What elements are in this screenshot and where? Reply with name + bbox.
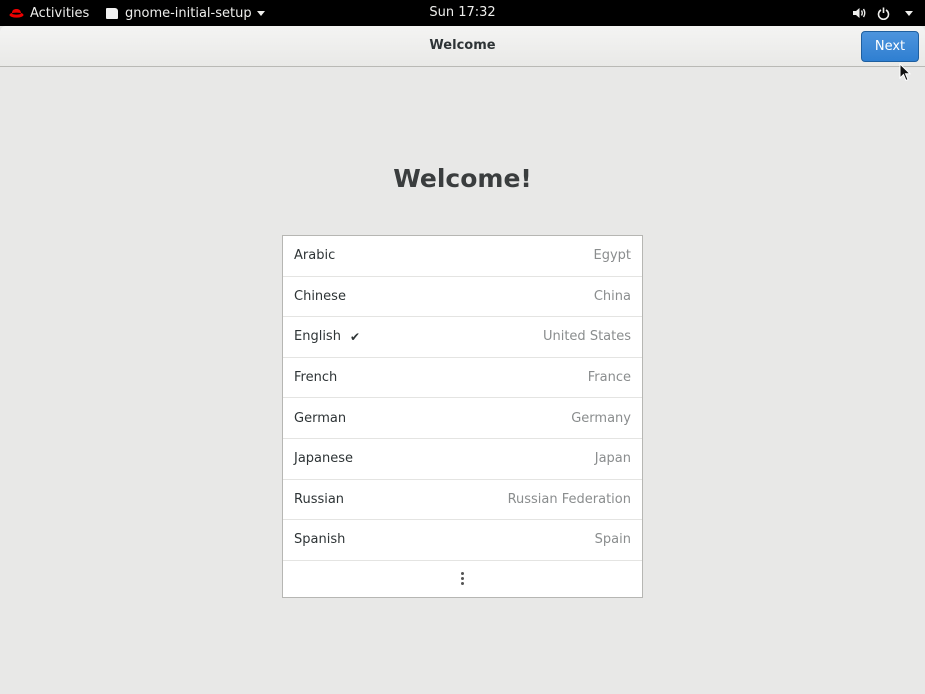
more-languages-button[interactable]	[283, 561, 642, 597]
language-name: Chinese	[294, 288, 346, 304]
language-row-spanish[interactable]: Spanish Spain	[283, 520, 642, 561]
language-country: Japan	[594, 451, 631, 467]
welcome-heading: Welcome!	[393, 164, 532, 193]
chevron-down-icon	[905, 10, 913, 16]
next-button[interactable]: Next	[861, 31, 919, 62]
system-menu[interactable]	[852, 0, 913, 26]
app-menu[interactable]: gnome-initial-setup	[106, 0, 265, 26]
language-name: German	[294, 410, 347, 426]
app-menu-label: gnome-initial-setup	[125, 5, 252, 21]
redhat-icon	[9, 8, 24, 18]
checkmark-icon: ✔	[349, 329, 361, 344]
language-list: Arabic Egypt Chinese China English ✔ Uni…	[282, 235, 643, 598]
power-icon	[877, 7, 890, 20]
activities-button[interactable]: Activities	[9, 0, 89, 26]
language-row-german[interactable]: German Germany	[283, 398, 642, 439]
top-bar: Activities gnome-initial-setup Sun 17:32	[0, 0, 925, 26]
chevron-down-icon	[256, 10, 265, 16]
language-row-japanese[interactable]: Japanese Japan	[283, 439, 642, 480]
language-name: Arabic	[294, 248, 336, 264]
activities-label: Activities	[30, 5, 90, 21]
clock-label[interactable]: Sun 17:32	[429, 5, 495, 20]
page-title: Welcome	[429, 38, 496, 53]
language-country: Russian Federation	[507, 491, 631, 507]
header-bar: Welcome Next	[0, 26, 925, 67]
language-name: Spanish	[294, 532, 346, 548]
language-row-arabic[interactable]: Arabic Egypt	[283, 236, 642, 277]
language-row-english[interactable]: English ✔ United States	[283, 317, 642, 358]
language-row-chinese[interactable]: Chinese China	[283, 277, 642, 318]
more-vertical-icon	[461, 572, 464, 586]
language-row-russian[interactable]: Russian Russian Federation	[283, 480, 642, 521]
language-name: French	[294, 370, 338, 386]
language-name: English	[294, 329, 341, 345]
language-country: Germany	[571, 410, 631, 426]
mouse-pointer-icon	[899, 63, 911, 82]
language-country: Spain	[594, 532, 631, 548]
language-name: Japanese	[294, 451, 354, 467]
language-row-french[interactable]: French France	[283, 358, 642, 399]
volume-icon	[853, 8, 866, 18]
app-window-icon	[106, 7, 118, 19]
language-country: United States	[542, 329, 631, 345]
language-name: Russian	[294, 491, 345, 507]
language-country: China	[593, 288, 631, 304]
language-name-wrap: English ✔	[294, 329, 360, 344]
language-country: Egypt	[593, 248, 631, 264]
language-country: France	[587, 370, 631, 386]
